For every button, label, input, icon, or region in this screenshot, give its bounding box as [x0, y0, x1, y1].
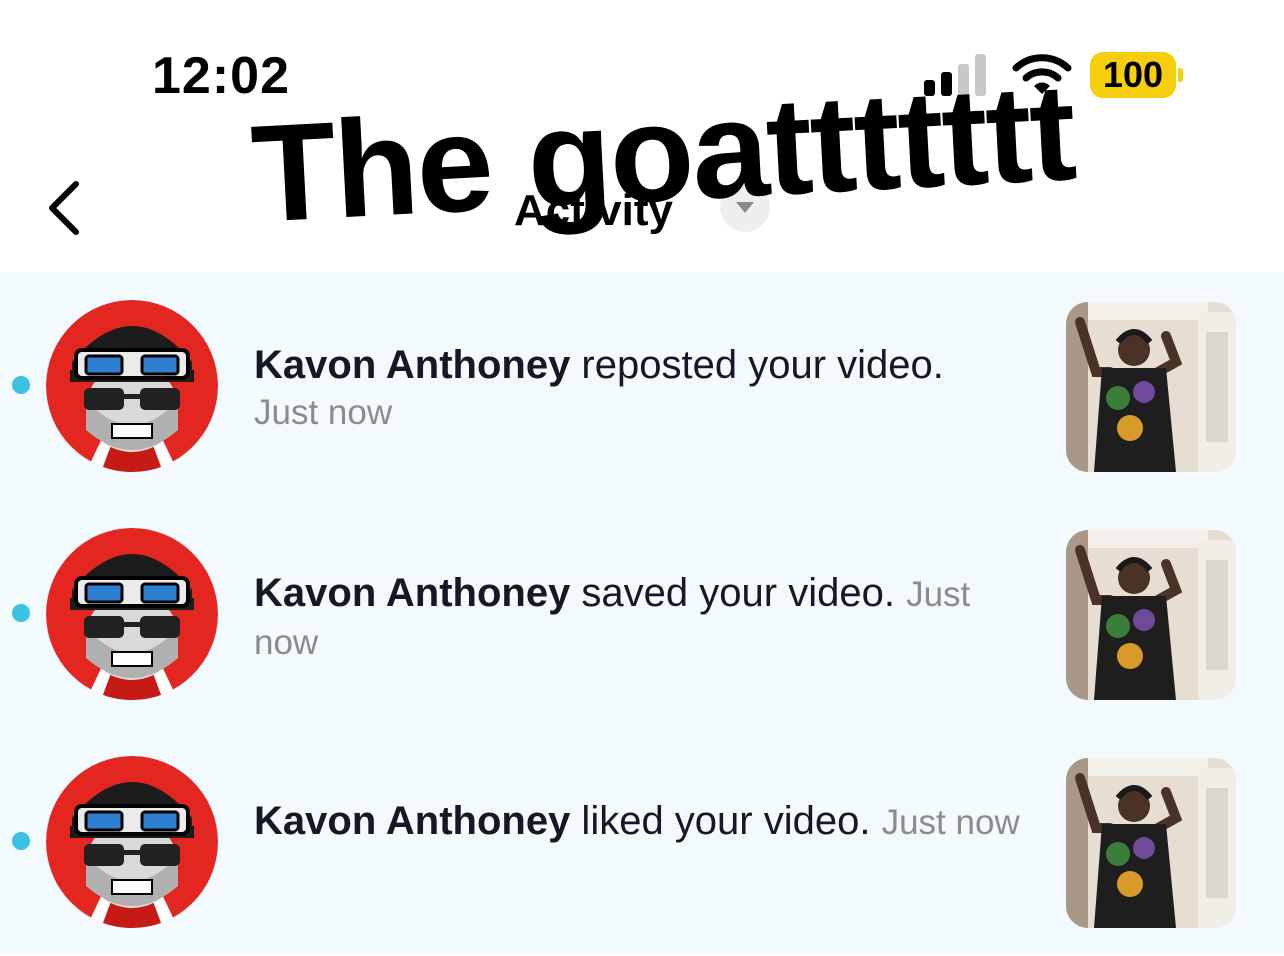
caret-down-icon	[736, 202, 754, 213]
notification-action: liked your video.	[570, 799, 871, 843]
avatar[interactable]	[46, 756, 218, 928]
page-title[interactable]: Activity	[514, 186, 673, 236]
cellular-signal-icon	[924, 54, 994, 96]
unread-dot	[12, 832, 30, 850]
notification-time: Just now	[881, 803, 1020, 842]
activity-filter-dropdown[interactable]	[720, 182, 770, 232]
notification-text: Kavon Anthoney reposted your video. Just…	[254, 342, 1034, 436]
notification-row[interactable]: Kavon Anthoney reposted your video. Just…	[0, 272, 1284, 500]
notification-row[interactable]: Kavon Anthoney liked your video. Just no…	[0, 728, 1284, 956]
top-nav-bar: Activity	[0, 150, 1284, 272]
notification-action: saved your video.	[570, 571, 895, 615]
username[interactable]: Kavon Anthoney	[254, 571, 570, 615]
username[interactable]: Kavon Anthoney	[254, 343, 570, 387]
back-button[interactable]	[36, 176, 96, 236]
unread-dot	[12, 604, 30, 622]
battery-level: 100	[1102, 54, 1164, 95]
notification-text: Kavon Anthoney saved your video. Just no…	[254, 570, 1034, 666]
video-thumbnail[interactable]	[1066, 530, 1236, 700]
notification-text: Kavon Anthoney liked your video. Just no…	[254, 798, 1034, 846]
notification-action: reposted your video.	[570, 343, 944, 387]
username[interactable]: Kavon Anthoney	[254, 799, 570, 843]
status-bar: 12:02 100	[0, 0, 1284, 150]
notification-row[interactable]: Kavon Anthoney saved your video. Just no…	[0, 500, 1284, 728]
avatar[interactable]	[46, 300, 218, 472]
avatar[interactable]	[46, 528, 218, 700]
wifi-icon	[1012, 52, 1072, 98]
video-thumbnail[interactable]	[1066, 758, 1236, 928]
battery-indicator: 100	[1090, 52, 1183, 98]
notification-list: Kavon Anthoney reposted your video. Just…	[0, 272, 1284, 954]
status-time: 12:02	[152, 47, 290, 105]
chevron-left-icon	[49, 181, 79, 235]
video-thumbnail[interactable]	[1066, 302, 1236, 472]
notification-time: Just now	[254, 393, 393, 432]
unread-dot	[12, 376, 30, 394]
